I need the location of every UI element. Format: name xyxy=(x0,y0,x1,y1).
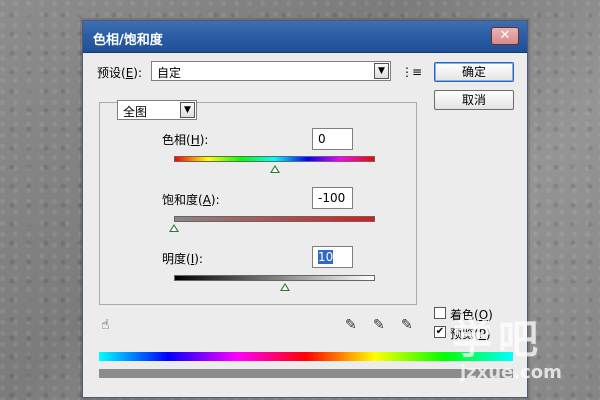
channel-dropdown[interactable]: 全图 ▼ xyxy=(117,100,197,120)
lightness-slider[interactable] xyxy=(174,275,375,281)
lightness-label-suffix: ): xyxy=(194,252,203,266)
hue-label-suffix: ): xyxy=(199,133,209,147)
output-color-bar xyxy=(99,369,513,378)
hue-label-prefix: 色相( xyxy=(162,133,191,147)
channel-value: 全图 xyxy=(123,105,148,119)
hue-slider[interactable] xyxy=(174,156,375,162)
adjustment-group: 全图 ▼ 色相(H): 0 饱和度(A): -100 明度(I): 10 xyxy=(99,100,417,305)
saturation-label-suffix: ): xyxy=(210,193,220,207)
watermark-url: jzxue.com xyxy=(460,362,562,383)
close-button[interactable]: ✕ xyxy=(491,27,519,45)
preset-label-suffix: ): xyxy=(133,66,143,80)
chevron-down-icon[interactable]: ▼ xyxy=(180,102,195,118)
watermark: 学吧 jzxue.com xyxy=(452,318,562,383)
saturation-slider[interactable] xyxy=(174,216,375,222)
lightness-label: 明度(I): xyxy=(162,250,203,267)
saturation-input[interactable]: -100 xyxy=(312,187,353,209)
cancel-button[interactable]: 取消 xyxy=(434,90,514,110)
hue-label-key: H xyxy=(190,133,200,147)
saturation-label-prefix: 饱和度( xyxy=(162,193,203,207)
preview-checkbox[interactable]: ✔ xyxy=(434,326,446,338)
eyedropper-icon[interactable]: ✎ xyxy=(345,317,357,333)
lightness-value: 10 xyxy=(318,250,334,264)
preset-label: 预设(E): xyxy=(97,64,142,81)
hue-value: 0 xyxy=(318,132,326,146)
eyedropper-minus-icon[interactable]: ✎ xyxy=(401,317,413,333)
colorize-checkbox[interactable] xyxy=(434,307,446,319)
ok-button[interactable]: 确定 xyxy=(434,62,514,82)
hue-slider-thumb[interactable] xyxy=(269,165,280,173)
preset-value: 自定 xyxy=(157,66,182,80)
preset-label-prefix: 预设( xyxy=(97,66,126,80)
dialog-title: 色相/饱和度 xyxy=(93,33,163,48)
lightness-label-prefix: 明度( xyxy=(162,252,191,266)
saturation-label-key: A xyxy=(202,193,211,207)
lightness-input[interactable]: 10 xyxy=(312,246,353,268)
preset-dropdown[interactable]: 自定 ▼ xyxy=(151,61,391,81)
watermark-logo: 学吧 xyxy=(452,317,544,363)
chevron-down-icon[interactable]: ▼ xyxy=(374,63,389,79)
lightness-slider-thumb[interactable] xyxy=(279,283,290,291)
title-bar[interactable]: 色相/饱和度 ✕ xyxy=(83,21,527,53)
saturation-value: -100 xyxy=(318,191,346,205)
eyedropper-plus-icon[interactable]: ✎ xyxy=(373,317,385,333)
saturation-slider-thumb[interactable] xyxy=(169,224,179,232)
presets-menu-icon[interactable]: ⋮≡ xyxy=(401,65,422,79)
saturation-label: 饱和度(A): xyxy=(162,191,220,208)
hand-adjust-icon[interactable]: ☝ xyxy=(101,317,110,333)
hue-input[interactable]: 0 xyxy=(312,128,353,150)
hue-label: 色相(H): xyxy=(162,131,208,148)
input-color-bar xyxy=(99,352,513,361)
